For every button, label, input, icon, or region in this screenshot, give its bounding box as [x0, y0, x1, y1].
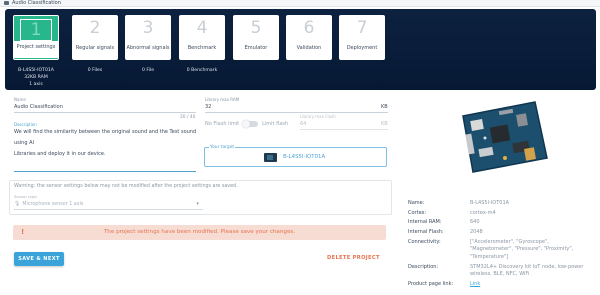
step-label: Regular signals [75, 45, 115, 51]
target-selector[interactable]: Your target B-L4S5I-IOT01A [204, 145, 387, 167]
project-summary: B-L4S5I-IOT01A 32KB RAM 1 axis [6, 67, 66, 88]
sensor-type-label: Sensor type [14, 194, 37, 199]
spec-value: B-L4S5I-IOT01A [470, 200, 510, 206]
step-validation[interactable]: 6 Validation [286, 15, 332, 60]
flash-label: Library max Flash [300, 114, 336, 119]
step-number: 2 [89, 18, 101, 38]
spec-key: Name: [408, 200, 425, 206]
step-label: Emulator [244, 45, 268, 51]
spec-value: 640 [470, 219, 480, 226]
spec-key: Description: [408, 263, 439, 270]
spec-key: Internal Flash: [408, 229, 444, 236]
window-titlebar: Audio Classification [0, 0, 600, 7]
step-label: Project settings [14, 41, 58, 58]
axis-summary: 1 axis [29, 82, 43, 87]
spec-key: Cortex: [408, 209, 427, 216]
step-label: Benchmark [187, 45, 217, 51]
folder-icon [4, 1, 9, 5]
description-underline [14, 171, 196, 172]
step-label: Validation [296, 45, 322, 51]
spec-row: Internal RAM: 640 [408, 218, 593, 228]
step-number: 5 [250, 18, 262, 38]
spec-row: Name: B-L4S5I-IOT01A [408, 199, 593, 209]
flash-limit-toggle[interactable] [242, 120, 259, 128]
product-page-link[interactable]: Link [470, 280, 593, 290]
delete-project-button[interactable]: DELETE PROJECT [327, 255, 380, 261]
sensor-type-select[interactable]: 🎙 Microphone sensor 1 axis ▾ [14, 200, 199, 208]
step-regular-signals[interactable]: 2 Regular signals [72, 15, 118, 60]
ram-unit: KB [381, 104, 388, 110]
step-number: 3 [142, 18, 154, 38]
benchmark-count: 0 Benchmark [186, 68, 218, 73]
spec-row: Internal Flash: 2048 [408, 228, 593, 238]
sensor-warning-text: Warning: the sensor settings below may n… [14, 184, 238, 189]
spec-value: cortex-m4 [470, 209, 496, 216]
description-line: We will find the similarity between the … [14, 129, 197, 146]
flash-limit-toggle-row: No Flash limit Limit flash [205, 120, 289, 128]
spec-row: Connectivity: ["Accelerometer", "Gyrosco… [408, 238, 593, 263]
ram-input[interactable]: 32 [205, 104, 211, 110]
step-project-settings[interactable]: 1 Project settings [13, 15, 59, 60]
toggle-knob [242, 120, 251, 128]
step-deployment[interactable]: 7 Deployment [339, 15, 385, 60]
sensor-settings-panel: Warning: the sensor settings below may n… [9, 180, 392, 215]
step-label: Abnormal signals [126, 45, 170, 51]
no-flash-limit-label: No Flash limit [205, 121, 240, 127]
step-number: 7 [356, 18, 368, 38]
flash-underline [300, 129, 388, 130]
spec-key: Product page link: [408, 280, 454, 287]
step-emulator[interactable]: 5 Emulator [233, 15, 279, 60]
name-input[interactable]: Audio Classification [14, 104, 63, 110]
steps-banner: 1 Project settings 2 Regular signals 3 A… [5, 9, 596, 90]
board-name: B-L4S5I-IOT01A [18, 68, 54, 73]
spec-row: Product page link: Link [408, 280, 593, 290]
spec-value: STM32L4+ Discovery kit IoT node, low-pow… [470, 263, 584, 278]
limit-flash-label: Limit flash [262, 121, 289, 127]
sensor-type-value: Microphone sensor 1 axis [22, 201, 84, 207]
step-label: Deployment [346, 45, 378, 51]
flash-input[interactable]: 64 [300, 121, 306, 127]
spec-key: Connectivity: [408, 238, 441, 245]
board-spec-table: Name: B-L4S5I-IOT01A Cortex: cortex-m4 I… [408, 199, 593, 289]
ram-summary: 32KB RAM [24, 75, 48, 80]
name-underline [14, 112, 196, 113]
ram-underline [205, 112, 388, 113]
sensor-type-underline [14, 209, 203, 210]
spec-key: Internal RAM: [408, 219, 442, 226]
board-image [462, 101, 548, 173]
regular-files-count: 0 Files [87, 68, 103, 73]
step-benchmark[interactable]: 4 Benchmark [179, 15, 225, 60]
name-counter: 20 / 40 [180, 115, 196, 120]
spec-value: ["Accelerometer", "Gyroscope", "Magnetom… [470, 238, 574, 260]
step-number: 1 [20, 19, 52, 41]
microphone-icon: 🎙 [14, 201, 21, 207]
description-textarea[interactable]: We will find the similarity between the … [14, 127, 204, 160]
spec-value: 2048 [470, 229, 483, 236]
save-next-button[interactable]: SAVE & NEXT [14, 252, 64, 266]
alert-text: The project settings have been modified.… [103, 229, 296, 235]
spec-row: Description: STM32L4+ Discovery kit IoT … [408, 263, 593, 280]
board-chip-icon [264, 153, 277, 162]
description-line: Libraries and deploy it in our device. [14, 151, 106, 157]
chevron-down-icon: ▾ [196, 201, 199, 207]
step-abnormal-signals[interactable]: 3 Abnormal signals [125, 15, 171, 60]
window-title: Audio Classification [12, 0, 61, 6]
ram-label: Library max RAM [205, 97, 240, 102]
name-label: Name [14, 97, 26, 102]
spec-row: Cortex: cortex-m4 [408, 209, 593, 219]
flash-unit: KB [381, 121, 388, 127]
unsaved-changes-alert: ! The project settings have been modifie… [13, 225, 386, 240]
target-label: Your target [209, 145, 236, 150]
abnormal-files-count: 0 File [141, 68, 155, 73]
target-name: B-L4S5I-IOT01A [283, 154, 326, 160]
step-number: 6 [303, 18, 315, 38]
step-number: 4 [196, 18, 208, 38]
